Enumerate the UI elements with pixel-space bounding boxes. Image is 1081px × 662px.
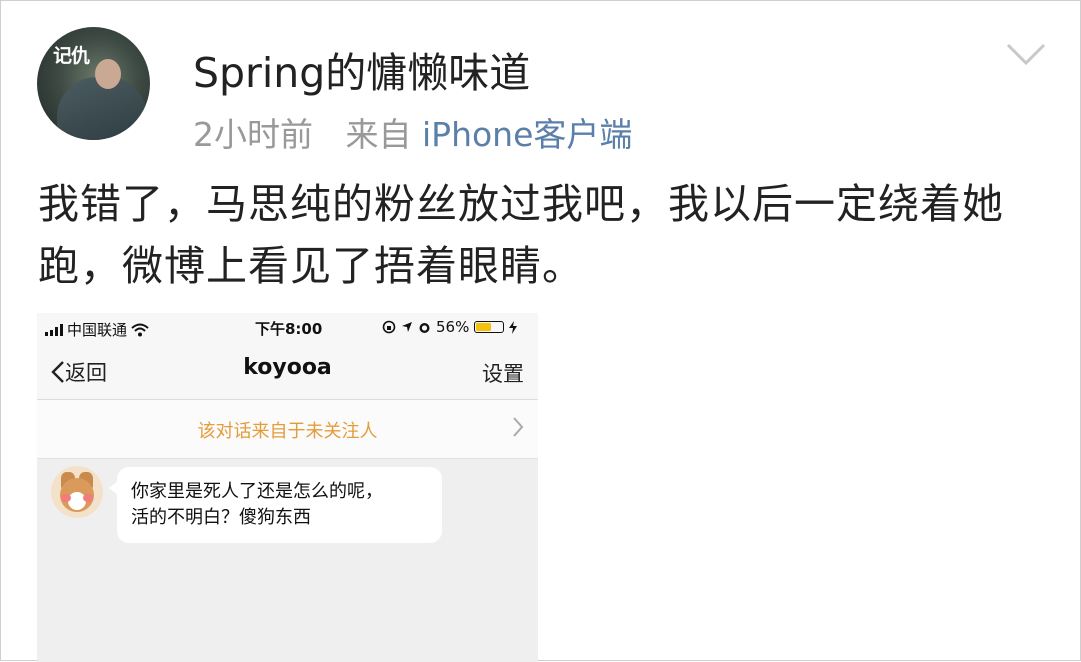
lock-rotation-icon: [382, 320, 396, 334]
attached-screenshot[interactable]: 中国联通 下午8:00 56% 返回 koyooa 设置 该对话来自于未关注人 …: [37, 313, 538, 662]
signal-icon: [45, 323, 63, 336]
chevron-right-icon: [513, 417, 524, 437]
status-time: 下午8:00: [255, 320, 323, 338]
message-line: 你家里是死人了还是怎么的呢，: [131, 481, 383, 502]
charging-icon: [509, 320, 518, 334]
post-time: 2小时前: [193, 115, 313, 154]
username[interactable]: Spring的慵懒味道: [193, 39, 530, 99]
status-bar: 中国联通 下午8:00 56%: [37, 313, 538, 341]
wifi-icon: [131, 323, 149, 336]
stranger-notice-text: 该对话来自于未关注人: [197, 421, 378, 442]
post-text: 我错了，马思纯的粉丝放过我吧，我以后一定绕着她跑，微博上看见了捂着眼睛。: [38, 180, 1004, 290]
post-source-label: 来自: [345, 115, 412, 154]
battery-percent: 56%: [436, 318, 470, 336]
post-source-client[interactable]: iPhone客户端: [422, 115, 632, 154]
chat-title: koyooa: [243, 355, 332, 380]
post-meta: 2小时前 来自 iPhone客户端: [193, 108, 632, 156]
avatar-tag: 记仇: [53, 45, 90, 67]
battery-icon: [474, 321, 505, 333]
carrier-label: 中国联通: [67, 321, 128, 339]
message-bubble: 你家里是死人了还是怎么的呢， 活的不明白？傻狗东西: [109, 467, 442, 543]
alarm-icon: [419, 322, 430, 333]
message-line: 活的不明白？傻狗东西: [131, 507, 311, 528]
user-avatar[interactable]: 记仇: [37, 27, 150, 140]
sender-avatar[interactable]: [51, 466, 103, 518]
chat-nav-bar: 返回 koyooa 设置: [37, 341, 538, 400]
location-icon: [402, 322, 412, 332]
stranger-notice[interactable]: 该对话来自于未关注人: [37, 400, 538, 459]
chevron-down-icon[interactable]: [1006, 39, 1046, 69]
settings-button[interactable]: 设置: [482, 358, 524, 388]
avatar-face: [95, 59, 121, 89]
